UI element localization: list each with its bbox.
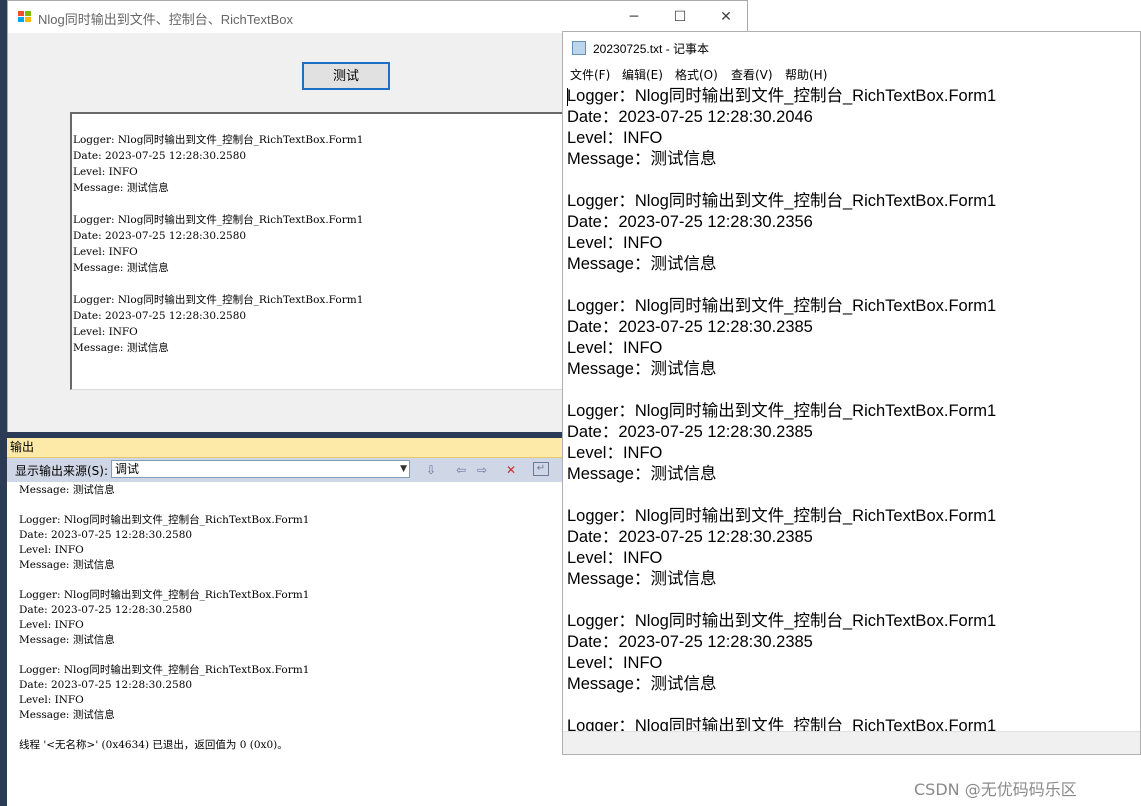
notepad-entry: Logger：Nlog同时输出到文件_控制台_RichTextBox.Form1… (567, 191, 1135, 275)
notepad-titlebar[interactable]: 20230725.txt - 记事本 (563, 32, 1140, 62)
output-entry: Logger: Nlog同时输出到文件_控制台_RichTextBox.Form… (19, 513, 562, 573)
rtb-entry: Logger: Nlog同时输出到文件_控制台_RichTextBox.Form… (73, 132, 590, 196)
output-entry: Logger: Nlog同时输出到文件_控制台_RichTextBox.Form… (19, 663, 562, 723)
notepad-icon (572, 41, 586, 55)
output-source-label: 显示输出来源(S): (15, 464, 109, 478)
horizontal-scrollbar[interactable] (563, 731, 1140, 754)
log-level: Level：INFO (567, 234, 663, 252)
notepad-entry: Logger：Nlog同时输出到文件_控制台_RichTextBox.Form1… (567, 506, 1135, 590)
app-icon (18, 11, 32, 23)
notepad-window: 20230725.txt - 记事本 文件(F) 编辑(E) 格式(O) 查看(… (562, 31, 1141, 755)
clear-all-icon[interactable]: ✕ (503, 462, 519, 478)
log-message: Message：测试信息 (567, 150, 717, 168)
log-message: Message: 测试信息 (73, 182, 169, 194)
log-date: Date：2023-07-25 12:28:30.2356 (567, 213, 813, 231)
log-level: Level: INFO (19, 694, 84, 706)
log-logger: Logger: Nlog同时输出到文件_控制台_RichTextBox.Form… (19, 664, 310, 676)
previous-message-icon[interactable]: ⇦ (453, 462, 469, 478)
output-panel-header: 输出 (7, 438, 570, 458)
log-level: Level: INFO (73, 166, 138, 178)
log-message: Message：测试信息 (567, 360, 717, 378)
log-message: Message: 测试信息 (19, 484, 115, 496)
text-caret (567, 88, 568, 106)
notepad-entry: Logger：Nlog同时输出到文件_控制台_RichTextBox.Form1… (567, 86, 1135, 170)
log-date: Date: 2023-07-25 12:28:30.2580 (19, 529, 193, 541)
rtb-entry: Logger: Nlog同时输出到文件_控制台_RichTextBox.Form… (73, 212, 590, 276)
log-level: Level: INFO (19, 619, 84, 631)
log-message: Message: 测试信息 (73, 342, 169, 354)
output-source-value: 调试 (115, 462, 140, 476)
rtb-entry: Logger: Nlog同时输出到文件_控制台_RichTextBox.Form… (73, 292, 590, 356)
log-logger: Logger：Nlog同时输出到文件_控制台_RichTextBox.Form1 (567, 507, 997, 525)
log-logger: Logger: Nlog同时输出到文件_控制台_RichTextBox.Form… (19, 514, 310, 526)
log-level: Level：INFO (567, 129, 663, 147)
log-date: Date: 2023-07-25 12:28:30.2580 (19, 604, 193, 616)
log-date: Date: 2023-07-25 12:28:30.2580 (19, 679, 193, 691)
log-logger: Logger: Nlog同时输出到文件_控制台_RichTextBox.Form… (73, 294, 364, 306)
log-date: Date：2023-07-25 12:28:30.2385 (567, 423, 813, 441)
notepad-text-area[interactable]: Logger：Nlog同时输出到文件_控制台_RichTextBox.Form1… (567, 86, 1135, 733)
log-logger: Logger：Nlog同时输出到文件_控制台_RichTextBox.Form1 (567, 297, 997, 315)
watermark: CSDN @无优码码乐区 (914, 780, 1077, 799)
thread-exit-line: 线程 '<无名称>' (0x4634) 已退出，返回值为 0 (0x0)。 (19, 739, 288, 751)
log-date: Date: 2023-07-25 12:28:30.2580 (73, 230, 247, 242)
rich-text-box[interactable]: Logger: Nlog同时输出到文件_控制台_RichTextBox.Form… (70, 112, 590, 390)
log-logger: Logger：Nlog同时输出到文件_控制台_RichTextBox.Form1 (567, 87, 997, 105)
menu-view[interactable]: 查看(V) (731, 66, 773, 83)
output-toolbar: 显示输出来源(S): 调试 ▼ ⇩ ⇦ ⇨ ✕ ↵ (7, 458, 570, 482)
log-level: Level: INFO (19, 544, 84, 556)
log-level: Level: INFO (73, 246, 138, 258)
test-button[interactable]: 测试 (302, 62, 390, 90)
log-level: Level：INFO (567, 444, 663, 462)
notepad-entry: Logger：Nlog同时输出到文件_控制台_RichTextBox.Form1… (567, 296, 1135, 380)
word-wrap-icon[interactable]: ↵ (533, 462, 549, 476)
log-level: Level：INFO (567, 549, 663, 567)
log-message: Message: 测试信息 (19, 634, 115, 646)
log-level: Level：INFO (567, 654, 663, 672)
notepad-entry: Logger：Nlog同时输出到文件_控制台_RichTextBox.Form1… (567, 401, 1135, 485)
log-message: Message：测试信息 (567, 570, 717, 588)
notepad-menubar: 文件(F) 编辑(E) 格式(O) 查看(V) 帮助(H) (563, 64, 1140, 82)
log-message: Message：测试信息 (567, 675, 717, 693)
find-message-icon[interactable]: ⇩ (423, 462, 439, 478)
log-logger: Logger: Nlog同时输出到文件_控制台_RichTextBox.Form… (19, 589, 310, 601)
menu-file[interactable]: 文件(F) (570, 66, 610, 83)
log-message: Message：测试信息 (567, 465, 717, 483)
close-button[interactable]: ✕ (703, 1, 749, 33)
log-message: Message：测试信息 (567, 255, 717, 273)
output-source-select[interactable]: 调试 ▼ (111, 460, 410, 478)
minimize-button[interactable]: ─ (611, 1, 657, 33)
form-title: Nlog同时输出到文件、控制台、RichTextBox (38, 12, 293, 27)
form-titlebar[interactable]: Nlog同时输出到文件、控制台、RichTextBox ─ ☐ ✕ (8, 1, 747, 33)
log-logger: Logger：Nlog同时输出到文件_控制台_RichTextBox.Form1 (567, 192, 997, 210)
output-entry: Logger: Nlog同时输出到文件_控制台_RichTextBox.Form… (19, 588, 562, 648)
log-date: Date: 2023-07-25 12:28:30.2580 (73, 150, 247, 162)
log-date: Date：2023-07-25 12:28:30.2046 (567, 108, 813, 126)
log-logger: Logger：Nlog同时输出到文件_控制台_RichTextBox.Form1 (567, 402, 997, 420)
log-logger: Logger: Nlog同时输出到文件_控制台_RichTextBox.Form… (73, 214, 364, 226)
log-date: Date：2023-07-25 12:28:30.2385 (567, 633, 813, 651)
next-message-icon[interactable]: ⇨ (474, 462, 490, 478)
log-level: Level: INFO (73, 326, 138, 338)
notepad-title: 20230725.txt - 记事本 (593, 42, 710, 56)
menu-format[interactable]: 格式(O) (675, 66, 718, 83)
chevron-down-icon: ▼ (400, 464, 407, 474)
log-date: Date：2023-07-25 12:28:30.2385 (567, 528, 813, 546)
log-message: Message: 测试信息 (73, 262, 169, 274)
log-logger: Logger：Nlog同时输出到文件_控制台_RichTextBox.Form1 (567, 612, 997, 630)
log-message: Message: 测试信息 (19, 559, 115, 571)
notepad-entry: Logger：Nlog同时输出到文件_控制台_RichTextBox.Form1… (567, 611, 1135, 695)
log-date: Date: 2023-07-25 12:28:30.2580 (73, 310, 247, 322)
menu-edit[interactable]: 编辑(E) (622, 66, 663, 83)
maximize-button[interactable]: ☐ (657, 1, 703, 33)
log-date: Date：2023-07-25 12:28:30.2385 (567, 318, 813, 336)
log-logger: Logger: Nlog同时输出到文件_控制台_RichTextBox.Form… (73, 134, 364, 146)
log-message: Message: 测试信息 (19, 709, 115, 721)
output-text-area[interactable]: Message: 测试信息 Logger: Nlog同时输出到文件_控制台_Ri… (7, 482, 562, 806)
log-level: Level：INFO (567, 339, 663, 357)
menu-help[interactable]: 帮助(H) (785, 66, 827, 83)
